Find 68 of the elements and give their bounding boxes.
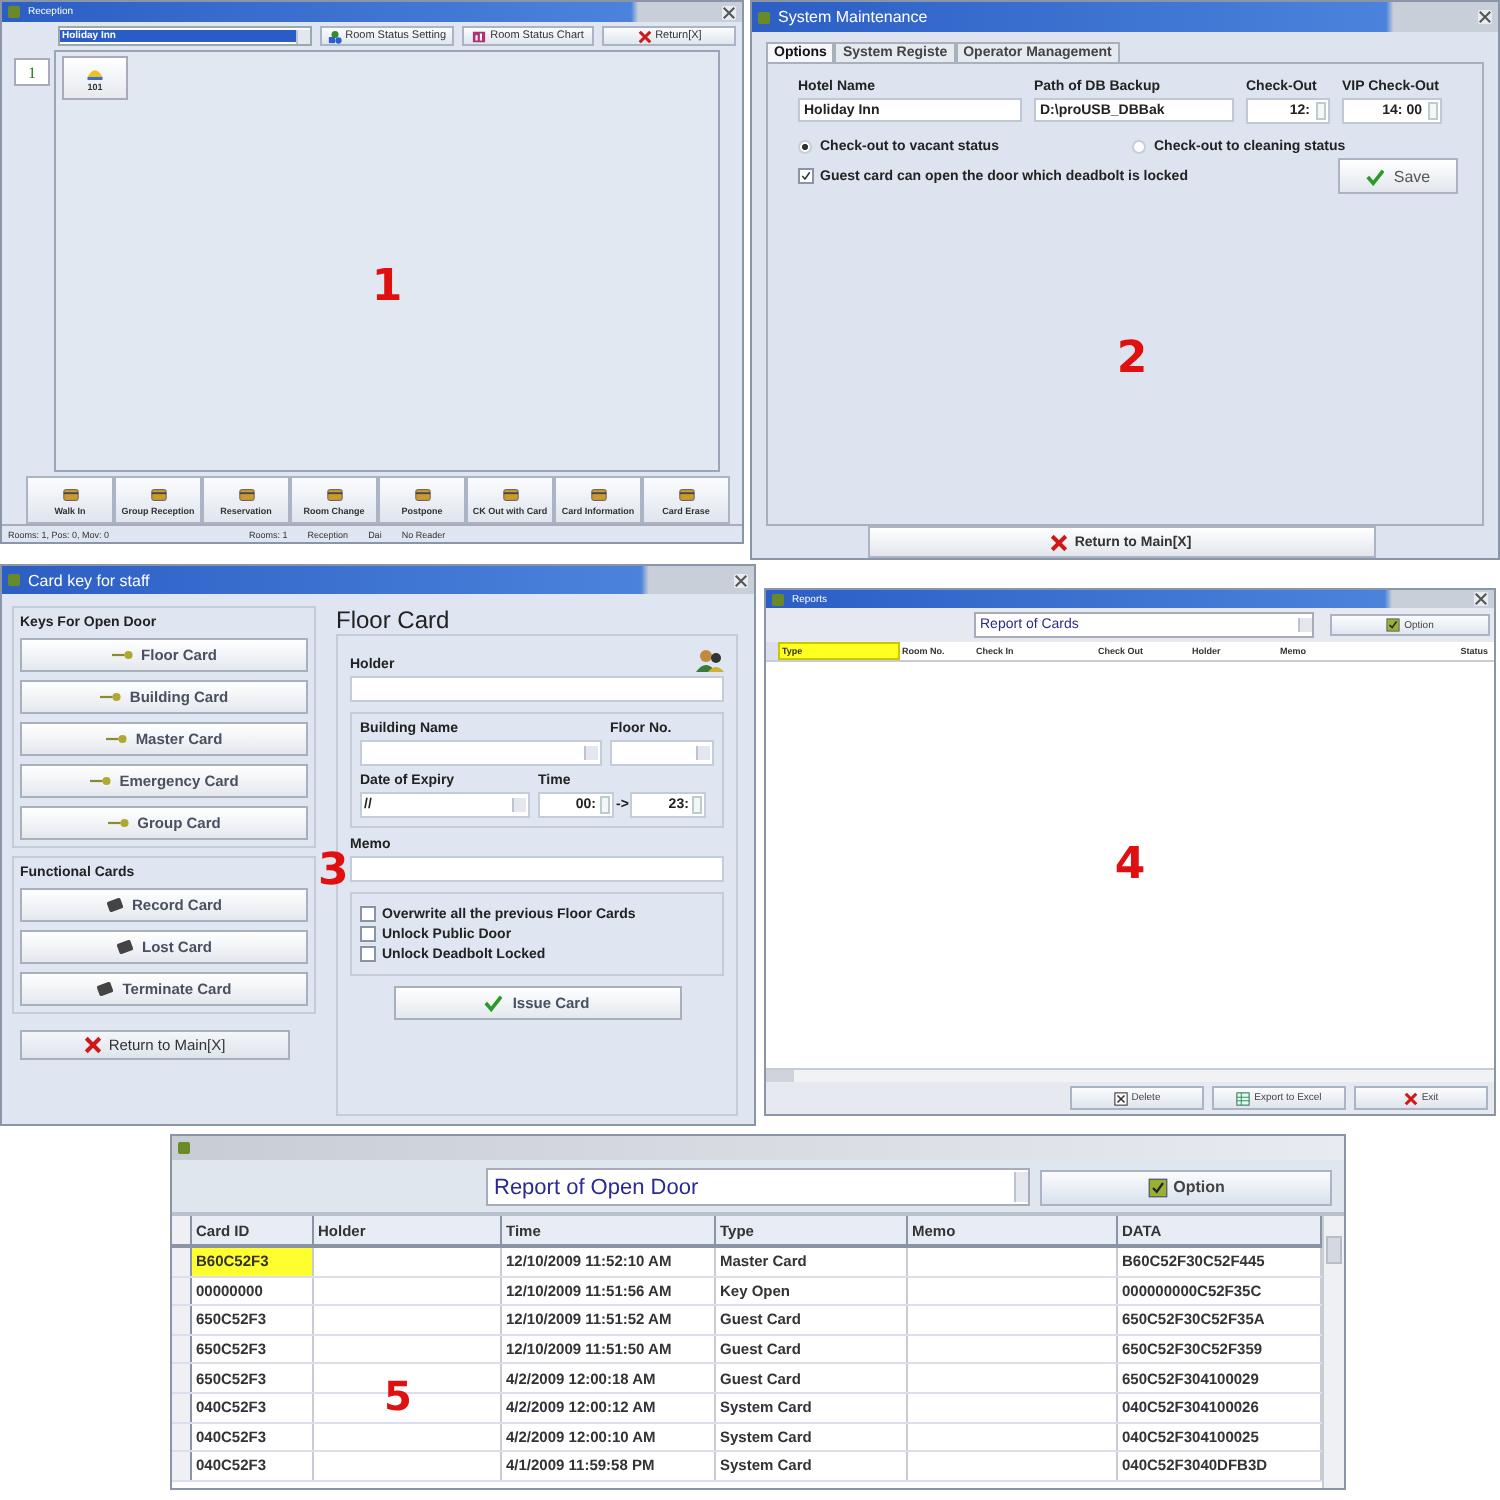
card-icon: [149, 485, 167, 503]
vertical-scrollbar[interactable]: [1322, 1216, 1344, 1488]
spinner-icon[interactable]: [1428, 102, 1438, 120]
window-title: Card key for staff: [28, 571, 150, 589]
app-icon: [178, 1142, 190, 1154]
panel-number: 3: [318, 846, 349, 896]
floor-dropdown[interactable]: [610, 740, 714, 766]
panel-number: 1: [371, 262, 403, 312]
room-icon: [86, 65, 104, 81]
checkbox-icon[interactable]: [360, 946, 376, 962]
app-icon: [758, 11, 770, 23]
key-icon: [89, 776, 112, 786]
card-icon: [325, 485, 343, 503]
spinner-icon[interactable]: [600, 796, 610, 814]
close-icon[interactable]: [722, 5, 736, 19]
checkbox-icon[interactable]: [360, 906, 376, 922]
card-icon: [61, 485, 79, 503]
window-title: System Maintenance: [778, 8, 928, 26]
close-icon[interactable]: [734, 573, 748, 587]
building-dropdown[interactable]: [360, 740, 602, 766]
holder-field[interactable]: [350, 676, 724, 702]
check-icon: [1365, 167, 1384, 185]
spinner-icon[interactable]: [692, 796, 703, 814]
card-icon: [677, 485, 695, 503]
card-icon: [413, 485, 431, 503]
people-icon: [696, 648, 724, 672]
key-icon: [99, 692, 122, 702]
radio-icon[interactable]: [798, 140, 812, 154]
checkbox-icon[interactable]: [798, 168, 814, 184]
horizontal-scrollbar[interactable]: [766, 1068, 1494, 1082]
panel-number: 2: [1116, 334, 1148, 384]
check-icon: [484, 994, 503, 1012]
save-button[interactable]: Save: [1338, 158, 1458, 194]
panel-number: 4: [1114, 840, 1146, 890]
spinner-icon[interactable]: [1316, 102, 1326, 120]
spreadsheet-icon: [1236, 1091, 1251, 1105]
close-icon: [84, 1036, 103, 1054]
key-icon: [111, 650, 134, 660]
checklist-icon: [1147, 1177, 1168, 1197]
close-icon[interactable]: [1478, 10, 1492, 24]
card-icon: [96, 980, 115, 998]
app-icon: [8, 6, 20, 18]
app-icon: [8, 574, 20, 586]
close-icon: [1403, 1091, 1418, 1105]
checklist-icon: [1386, 618, 1401, 632]
radio-icon[interactable]: [1132, 140, 1146, 154]
floor-tab[interactable]: 1: [14, 58, 50, 86]
shapes-icon: [327, 29, 342, 43]
chart-icon: [472, 29, 487, 43]
key-icon: [105, 734, 128, 744]
card-icon: [115, 938, 134, 956]
card-icon: [105, 896, 124, 914]
form-title: Floor Card: [336, 606, 452, 634]
close-icon[interactable]: [1474, 592, 1488, 606]
memo-field[interactable]: [350, 856, 724, 882]
card-icon: [237, 485, 255, 503]
card-icon: [589, 485, 607, 503]
report-dropdown[interactable]: Report of Open Door: [486, 1168, 1030, 1206]
row-header: [766, 642, 778, 660]
card-icon: [501, 485, 519, 503]
checkbox-icon[interactable]: [360, 926, 376, 942]
close-icon: [1050, 533, 1069, 551]
app-icon: [772, 593, 784, 605]
close-icon: [637, 29, 652, 43]
delete-icon: [1113, 1091, 1128, 1105]
option-button[interactable]: Option: [1040, 1169, 1332, 1205]
key-icon: [107, 818, 130, 828]
panel-number: 5: [384, 1372, 412, 1420]
